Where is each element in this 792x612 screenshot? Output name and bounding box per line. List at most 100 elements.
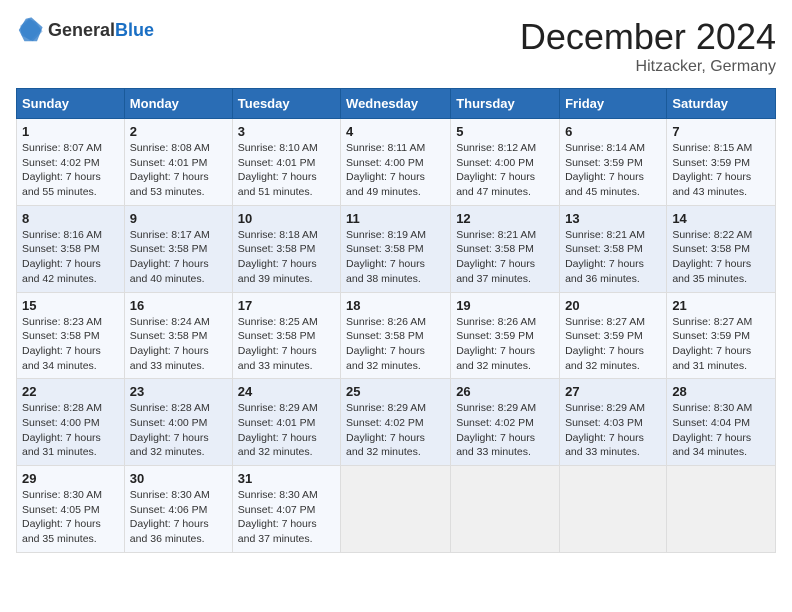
day-number: 10 (238, 211, 335, 226)
calendar-day-cell: 5 Sunrise: 8:12 AMSunset: 4:00 PMDaylight… (451, 119, 560, 206)
month-title: December 2024 (520, 16, 776, 58)
day-detail: Sunrise: 8:12 AMSunset: 4:00 PMDaylight:… (456, 141, 554, 200)
calendar-day-cell: 16 Sunrise: 8:24 AMSunset: 3:58 PMDayligh… (124, 292, 232, 379)
calendar-day-cell: 30Sunrise: 8:30 AMSunset: 4:06 PMDayligh… (124, 466, 232, 553)
day-detail: Sunrise: 8:19 AMSunset: 3:58 PMDaylight:… (346, 228, 445, 287)
day-number: 21 (672, 298, 770, 313)
day-detail: Sunrise: 8:29 AMSunset: 4:02 PMDaylight:… (346, 401, 445, 460)
calendar-day-cell (341, 466, 451, 553)
day-detail: Sunrise: 8:28 AMSunset: 4:00 PMDaylight:… (22, 401, 119, 460)
calendar-day-cell: 24 Sunrise: 8:29 AMSunset: 4:01 PMDayligh… (232, 379, 340, 466)
calendar-week-row: 15Sunrise: 8:23 AMSunset: 3:58 PMDayligh… (17, 292, 776, 379)
day-number: 23 (130, 384, 227, 399)
day-detail: Sunrise: 8:16 AMSunset: 3:58 PMDaylight:… (22, 228, 119, 287)
day-detail: Sunrise: 8:27 AMSunset: 3:59 PMDaylight:… (672, 315, 770, 374)
location-title: Hitzacker, Germany (520, 58, 776, 76)
day-detail: Sunrise: 8:21 AMSunset: 3:58 PMDaylight:… (565, 228, 661, 287)
day-number: 5 (456, 124, 554, 139)
calendar-day-cell: 17 Sunrise: 8:25 AMSunset: 3:58 PMDayligh… (232, 292, 340, 379)
day-number: 24 (238, 384, 335, 399)
calendar-day-cell: 4 Sunrise: 8:11 AMSunset: 4:00 PMDaylight… (341, 119, 451, 206)
day-number: 22 (22, 384, 119, 399)
weekday-header: Tuesday (232, 89, 340, 119)
day-number: 18 (346, 298, 445, 313)
day-number: 7 (672, 124, 770, 139)
day-detail: Sunrise: 8:14 AMSunset: 3:59 PMDaylight:… (565, 141, 661, 200)
day-detail: Sunrise: 8:24 AMSunset: 3:58 PMDaylight:… (130, 315, 227, 374)
calendar-table: SundayMondayTuesdayWednesdayThursdayFrid… (16, 88, 776, 553)
day-detail: Sunrise: 8:08 AMSunset: 4:01 PMDaylight:… (130, 141, 227, 200)
calendar-header-row: SundayMondayTuesdayWednesdayThursdayFrid… (17, 89, 776, 119)
day-detail: Sunrise: 8:23 AMSunset: 3:58 PMDaylight:… (22, 315, 119, 374)
calendar-day-cell: 1 Sunrise: 8:07 AMSunset: 4:02 PMDaylight… (17, 119, 125, 206)
day-detail: Sunrise: 8:29 AMSunset: 4:01 PMDaylight:… (238, 401, 335, 460)
calendar-day-cell: 29Sunrise: 8:30 AMSunset: 4:05 PMDayligh… (17, 466, 125, 553)
day-number: 28 (672, 384, 770, 399)
title-area: December 2024 Hitzacker, Germany (520, 16, 776, 76)
day-detail: Sunrise: 8:11 AMSunset: 4:00 PMDaylight:… (346, 141, 445, 200)
weekday-header: Monday (124, 89, 232, 119)
calendar-day-cell: 28 Sunrise: 8:30 AMSunset: 4:04 PMDayligh… (667, 379, 776, 466)
day-detail: Sunrise: 8:10 AMSunset: 4:01 PMDaylight:… (238, 141, 335, 200)
calendar-day-cell: 8 Sunrise: 8:16 AMSunset: 3:58 PMDaylight… (17, 205, 125, 292)
calendar-day-cell: 6 Sunrise: 8:14 AMSunset: 3:59 PMDaylight… (560, 119, 667, 206)
calendar-day-cell: 19Sunrise: 8:26 AMSunset: 3:59 PMDayligh… (451, 292, 560, 379)
weekday-header: Sunday (17, 89, 125, 119)
calendar-week-row: 8 Sunrise: 8:16 AMSunset: 3:58 PMDaylight… (17, 205, 776, 292)
day-number: 19 (456, 298, 554, 313)
calendar-day-cell: 27 Sunrise: 8:29 AMSunset: 4:03 PMDayligh… (560, 379, 667, 466)
logo-icon (16, 16, 44, 44)
calendar-day-cell: 21 Sunrise: 8:27 AMSunset: 3:59 PMDayligh… (667, 292, 776, 379)
calendar-day-cell: 22 Sunrise: 8:28 AMSunset: 4:00 PMDayligh… (17, 379, 125, 466)
calendar-day-cell (560, 466, 667, 553)
weekday-header: Wednesday (341, 89, 451, 119)
calendar-day-cell: 18 Sunrise: 8:26 AMSunset: 3:58 PMDayligh… (341, 292, 451, 379)
calendar-day-cell: 31 Sunrise: 8:30 AMSunset: 4:07 PMDayligh… (232, 466, 340, 553)
calendar-week-row: 22 Sunrise: 8:28 AMSunset: 4:00 PMDayligh… (17, 379, 776, 466)
calendar-day-cell: 9Sunrise: 8:17 AMSunset: 3:58 PMDaylight… (124, 205, 232, 292)
logo: GeneralBlue (16, 16, 154, 44)
calendar-day-cell: 20 Sunrise: 8:27 AMSunset: 3:59 PMDayligh… (560, 292, 667, 379)
day-number: 4 (346, 124, 445, 139)
logo-text-general: General (48, 20, 115, 40)
day-detail: Sunrise: 8:22 AMSunset: 3:58 PMDaylight:… (672, 228, 770, 287)
day-detail: Sunrise: 8:27 AMSunset: 3:59 PMDaylight:… (565, 315, 661, 374)
logo-text-blue: Blue (115, 20, 154, 40)
day-detail: Sunrise: 8:30 AMSunset: 4:07 PMDaylight:… (238, 488, 335, 547)
calendar-week-row: 1 Sunrise: 8:07 AMSunset: 4:02 PMDaylight… (17, 119, 776, 206)
day-number: 27 (565, 384, 661, 399)
page-header: GeneralBlue December 2024 Hitzacker, Ger… (16, 16, 776, 76)
calendar-day-cell (451, 466, 560, 553)
day-detail: Sunrise: 8:25 AMSunset: 3:58 PMDaylight:… (238, 315, 335, 374)
day-number: 17 (238, 298, 335, 313)
day-detail: Sunrise: 8:18 AMSunset: 3:58 PMDaylight:… (238, 228, 335, 287)
calendar-day-cell: 2 Sunrise: 8:08 AMSunset: 4:01 PMDaylight… (124, 119, 232, 206)
day-detail: Sunrise: 8:26 AMSunset: 3:58 PMDaylight:… (346, 315, 445, 374)
day-detail: Sunrise: 8:29 AMSunset: 4:03 PMDaylight:… (565, 401, 661, 460)
calendar-day-cell: 23 Sunrise: 8:28 AMSunset: 4:00 PMDayligh… (124, 379, 232, 466)
day-number: 31 (238, 471, 335, 486)
calendar-week-row: 29Sunrise: 8:30 AMSunset: 4:05 PMDayligh… (17, 466, 776, 553)
day-number: 1 (22, 124, 119, 139)
day-number: 14 (672, 211, 770, 226)
day-number: 16 (130, 298, 227, 313)
calendar-day-cell: 26Sunrise: 8:29 AMSunset: 4:02 PMDayligh… (451, 379, 560, 466)
weekday-header: Saturday (667, 89, 776, 119)
calendar-day-cell (667, 466, 776, 553)
calendar-day-cell: 3Sunrise: 8:10 AMSunset: 4:01 PMDaylight… (232, 119, 340, 206)
day-number: 9 (130, 211, 227, 226)
day-detail: Sunrise: 8:21 AMSunset: 3:58 PMDaylight:… (456, 228, 554, 287)
calendar-day-cell: 10 Sunrise: 8:18 AMSunset: 3:58 PMDayligh… (232, 205, 340, 292)
calendar-day-cell: 15Sunrise: 8:23 AMSunset: 3:58 PMDayligh… (17, 292, 125, 379)
day-detail: Sunrise: 8:30 AMSunset: 4:06 PMDaylight:… (130, 488, 227, 547)
day-detail: Sunrise: 8:28 AMSunset: 4:00 PMDaylight:… (130, 401, 227, 460)
day-number: 29 (22, 471, 119, 486)
day-detail: Sunrise: 8:30 AMSunset: 4:04 PMDaylight:… (672, 401, 770, 460)
day-number: 8 (22, 211, 119, 226)
day-number: 20 (565, 298, 661, 313)
day-detail: Sunrise: 8:15 AMSunset: 3:59 PMDaylight:… (672, 141, 770, 200)
day-number: 2 (130, 124, 227, 139)
weekday-header: Friday (560, 89, 667, 119)
day-number: 6 (565, 124, 661, 139)
day-detail: Sunrise: 8:07 AMSunset: 4:02 PMDaylight:… (22, 141, 119, 200)
